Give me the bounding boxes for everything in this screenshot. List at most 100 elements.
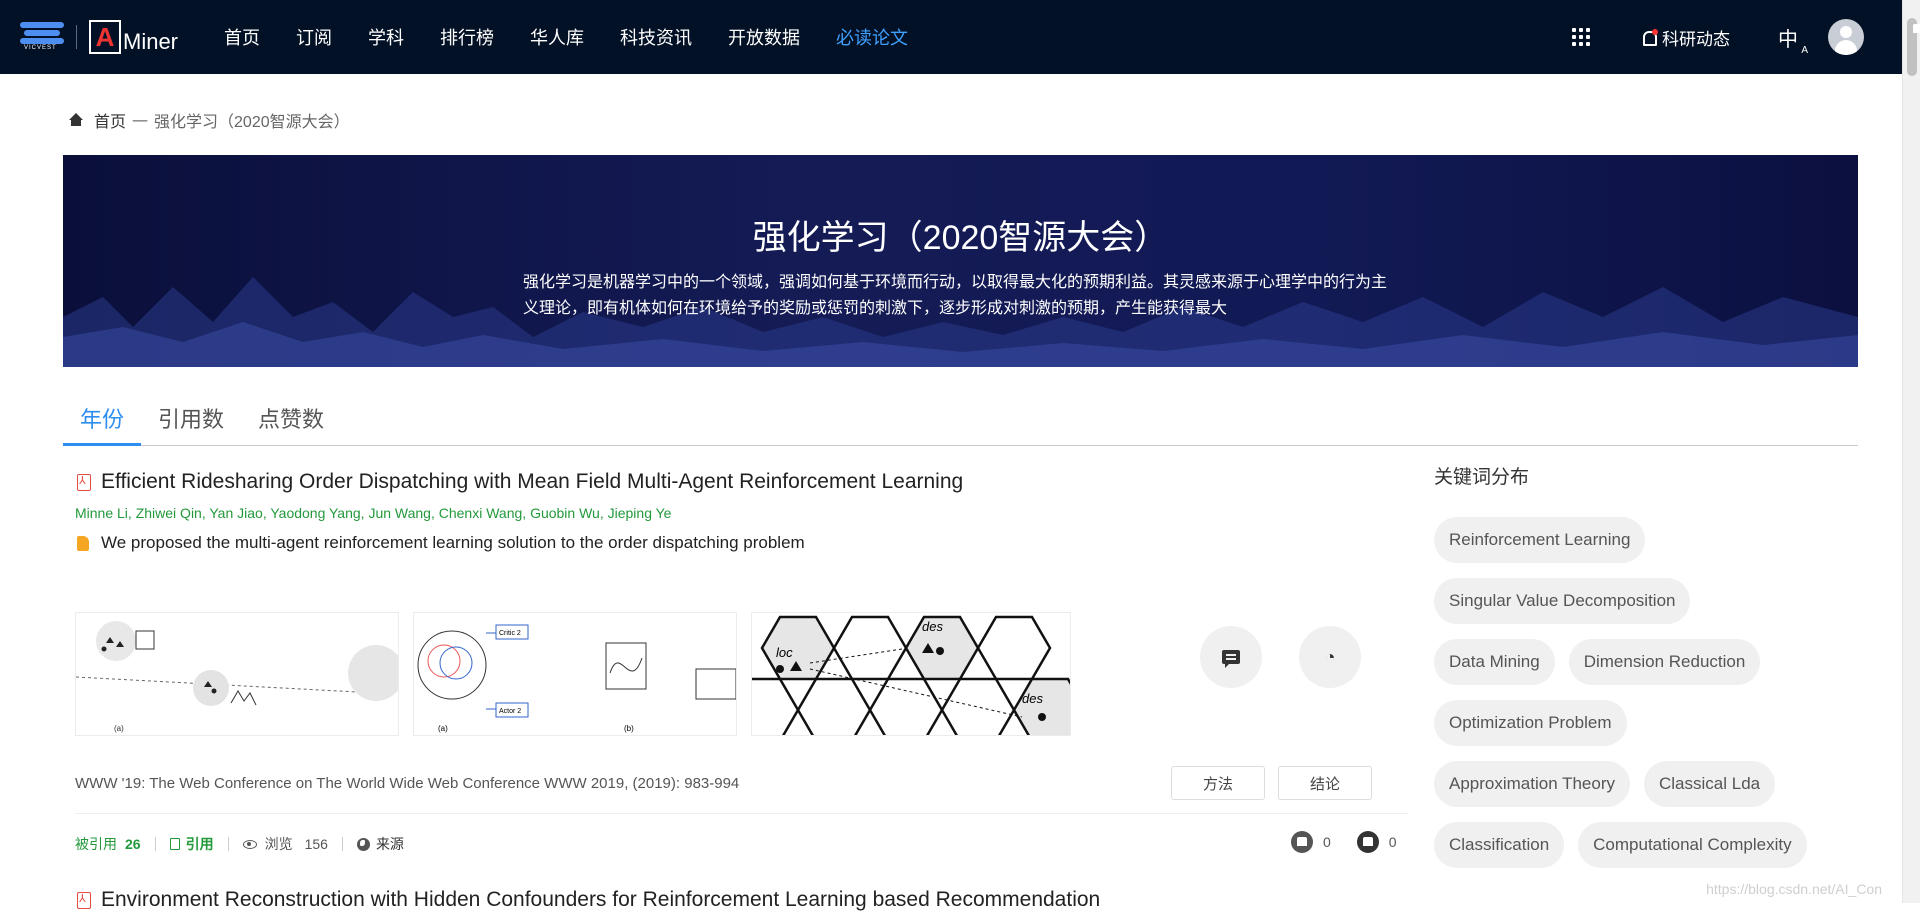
author-link[interactable]: Zhiwei Qin [136,505,202,521]
home-icon [68,113,84,127]
breadcrumb: 首页 一 强化学习（2020智源大会） [68,108,350,132]
paper-meta: 被引用 26 引用 浏览 156 来源 [75,834,404,854]
cite-button[interactable]: 引用 [186,834,214,854]
breadcrumb-home[interactable]: 首页 [94,108,126,132]
author-link[interactable]: Chenxi Wang [439,505,523,521]
dislikes-count: 0 [1389,834,1397,850]
likes-count: 0 [1323,834,1331,850]
notifications-label: 科研动态 [1662,25,1730,50]
logo-divider [76,25,77,49]
svg-text:Actor 2: Actor 2 [499,708,521,715]
aminer-logo: A Miner [89,20,178,54]
figure-thumbnail[interactable]: loc des des [751,612,1071,736]
nav-item-home[interactable]: 首页 [224,24,260,50]
nav-item-open-data[interactable]: 开放数据 [728,24,800,50]
language-switch[interactable]: 中 A [1778,23,1798,52]
sidebar-title: 关键词分布 [1434,462,1834,489]
paper-title-row: Efficient Ridesharing Order Dispatching … [77,470,1408,494]
cited-by-count[interactable]: 26 [125,836,141,852]
vicvest-logo: VICVEST [20,22,64,52]
top-navbar: VICVEST A Miner 首页 订阅 学科 排行榜 华人库 科技资讯 开放… [0,0,1902,74]
keyword-tag[interactable]: Reinforcement Learning [1434,517,1645,563]
nav-menu: 首页 订阅 学科 排行榜 华人库 科技资讯 开放数据 必读论文 [206,24,926,50]
banner-title: 强化学习（2020智源大会） [63,210,1858,259]
paper-summary: We proposed the multi-agent reinforcemen… [101,533,805,553]
user-avatar[interactable] [1828,19,1864,55]
paper-summary-row: We proposed the multi-agent reinforcemen… [77,533,1408,553]
svg-text:des: des [1022,691,1043,706]
keyword-tag[interactable]: Classical Lda [1644,761,1775,807]
views-count: 156 [305,836,328,852]
keyword-tag[interactable]: Dimension Reduction [1569,639,1761,685]
eye-icon [243,840,257,849]
method-button[interactable]: 方法 [1171,766,1265,800]
svg-text:(a): (a) [438,724,448,733]
conclusion-button[interactable]: 结论 [1278,766,1372,800]
logo-area[interactable]: VICVEST A Miner [20,20,178,54]
cite-icon [170,838,180,850]
tab-year[interactable]: 年份 [63,390,141,446]
page-scrollbar[interactable] [1902,0,1920,903]
nav-item-rankings[interactable]: 排行榜 [440,24,494,50]
nav-item-subjects[interactable]: 学科 [368,24,404,50]
nav-item-subscribe[interactable]: 订阅 [296,24,332,50]
weibo-icon: ◔ [1325,647,1336,668]
paper-venue: WWW '19: The Web Conference on The World… [75,775,739,792]
author-link[interactable]: Yaodong Yang [270,505,360,521]
keyword-tag[interactable]: Approximation Theory [1434,761,1630,807]
figure-thumbnail[interactable]: Critic 2 Actor 2 (a)(b) [413,612,737,736]
svg-text:(b): (b) [624,724,634,733]
thumbs-up-icon[interactable] [1291,831,1313,853]
svg-text:des: des [922,619,943,634]
nav-item-chinese-scholars[interactable]: 华人库 [530,24,584,50]
paper-authors: Minne Li, Zhiwei Qin, Yan Jiao, Yaodong … [75,505,1408,521]
paper-likes: 0 0 [1291,831,1397,853]
scrollbar-thumb[interactable] [1907,18,1917,76]
keyword-tag[interactable]: Classification [1434,822,1564,868]
svg-text:loc: loc [776,645,793,660]
watermark: https://blog.csdn.net/AI_Con [1706,881,1882,897]
nav-right: 科研动态 中 A [1572,0,1864,74]
paper-title[interactable]: Efficient Ridesharing Order Dispatching … [101,470,963,494]
cited-by-label[interactable]: 被引用 [75,834,117,854]
notifications-button[interactable]: 科研动态 [1642,25,1730,50]
banner-description: 强化学习是机器学习中的一个领域，强调如何基于环境而行动，以取得最大化的预期利益。… [523,270,1393,322]
nav-item-must-read[interactable]: 必读论文 [836,24,908,50]
keyword-tag[interactable]: Data Mining [1434,639,1555,685]
language-sub-label: A [1801,45,1808,56]
apps-grid-icon[interactable] [1572,28,1590,46]
nav-item-tech-news[interactable]: 科技资讯 [620,24,692,50]
aminer-brand-text: Miner [123,30,178,54]
author-link[interactable]: Jun Wang [368,505,431,521]
paper-card: Efficient Ridesharing Order Dispatching … [63,470,1408,553]
weibo-share-button[interactable]: ◔ [1299,626,1361,688]
breadcrumb-separator: 一 [132,108,148,132]
views-label: 浏览 [265,834,293,854]
paper-title[interactable]: Environment Reconstruction with Hidden C… [101,888,1100,912]
source-link[interactable]: 来源 [376,834,404,854]
topic-banner: 强化学习（2020智源大会） 强化学习是机器学习中的一个领域，强调如何基于环境而… [63,155,1858,367]
thumbs-down-icon[interactable] [1357,831,1379,853]
author-link[interactable]: Yan Jiao [209,505,262,521]
author-link[interactable]: Guobin Wu [530,505,600,521]
aminer-a-mark: A [89,20,121,54]
sort-tabs: 年份 引用数 点赞数 [63,390,1858,446]
comment-button[interactable] [1200,626,1262,688]
globe-icon [357,838,370,851]
figure-thumbnail[interactable]: (a) [75,612,399,736]
keyword-tag[interactable]: Optimization Problem [1434,700,1627,746]
tab-likes[interactable]: 点赞数 [241,390,341,446]
author-link[interactable]: Minne Li [75,505,128,521]
tab-citations[interactable]: 引用数 [141,390,241,446]
comment-icon [1222,650,1240,664]
keyword-tag[interactable]: Computational Complexity [1578,822,1806,868]
keyword-tag[interactable]: Singular Value Decomposition [1434,578,1690,624]
quote-icon [77,536,89,551]
pdf-icon[interactable] [77,474,91,491]
keyword-sidebar: 关键词分布 Reinforcement Learning Singular Va… [1434,462,1834,883]
svg-text:(a): (a) [114,724,124,733]
breadcrumb-current: 强化学习（2020智源大会） [154,108,350,132]
author-link[interactable]: Jieping Ye [608,505,672,521]
vicvest-label: VICVEST [24,45,57,51]
pdf-icon[interactable] [77,892,91,909]
